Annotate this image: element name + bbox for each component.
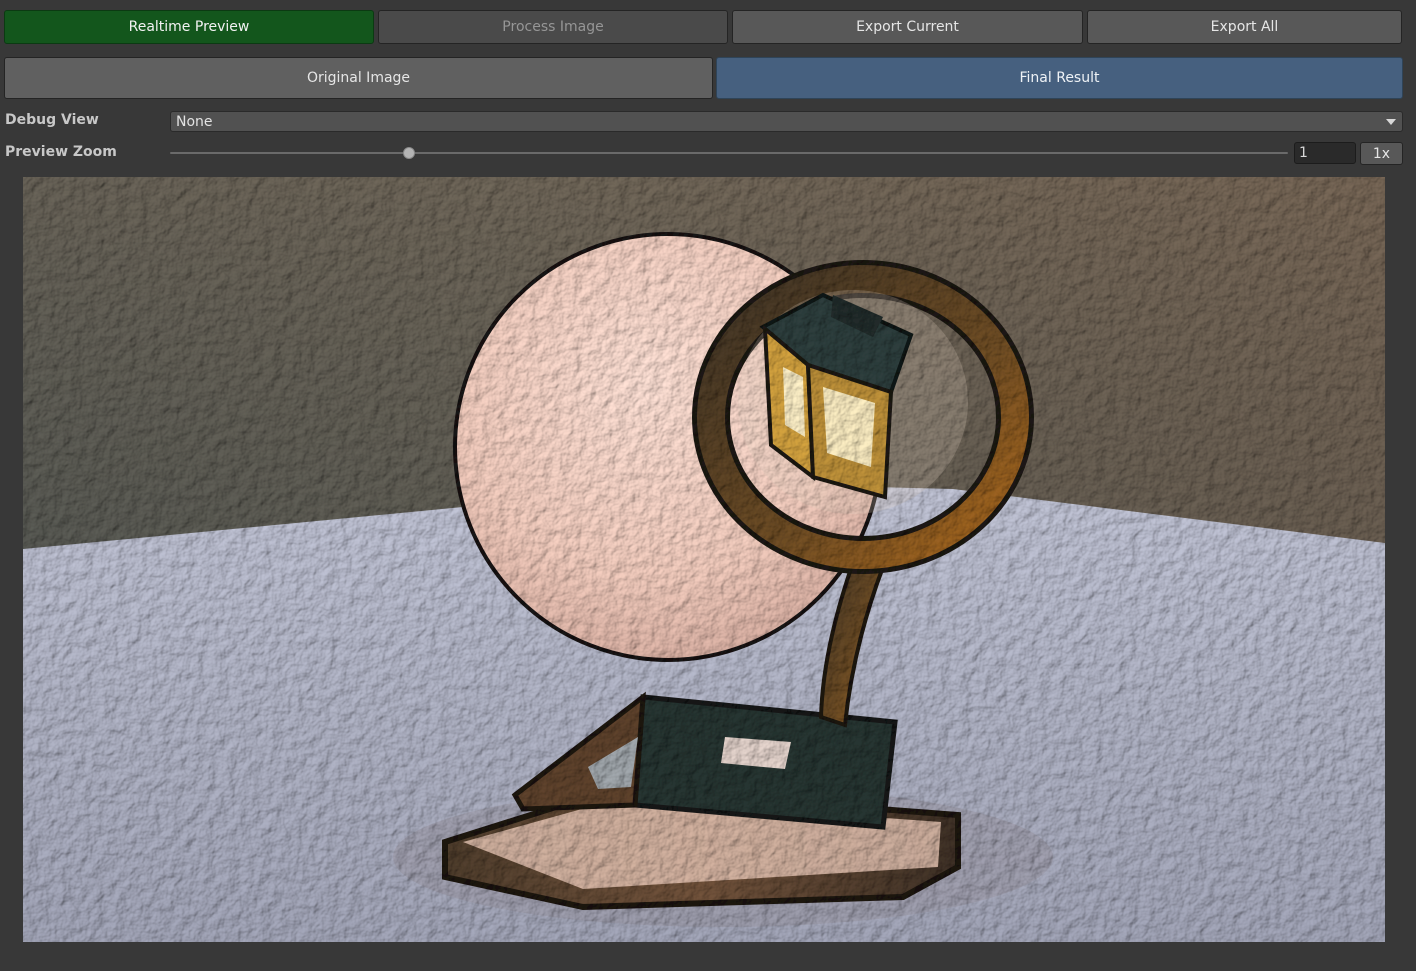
tab-final-result[interactable]: Final Result	[716, 57, 1403, 99]
export-all-button[interactable]: Export All	[1087, 10, 1402, 44]
zoom-slider-track[interactable]	[170, 152, 1288, 154]
process-image-button[interactable]: Process Image	[378, 10, 728, 44]
preview-render	[23, 177, 1385, 942]
realtime-preview-button[interactable]: Realtime Preview	[4, 10, 374, 44]
zoom-value-input[interactable]	[1294, 142, 1356, 164]
tab-original-image[interactable]: Original Image	[4, 57, 713, 99]
debug-view-value: None	[176, 113, 213, 130]
zoom-slider-handle[interactable]	[403, 147, 416, 159]
debug-view-label: Debug View	[5, 112, 99, 128]
export-current-button[interactable]: Export Current	[732, 10, 1083, 44]
preview-zoom-label: Preview Zoom	[5, 144, 117, 160]
zoom-reset-button[interactable]: 1x	[1360, 142, 1403, 165]
preview-image	[23, 177, 1385, 942]
chevron-down-icon	[1386, 119, 1396, 125]
debug-view-dropdown[interactable]: None	[170, 111, 1403, 132]
